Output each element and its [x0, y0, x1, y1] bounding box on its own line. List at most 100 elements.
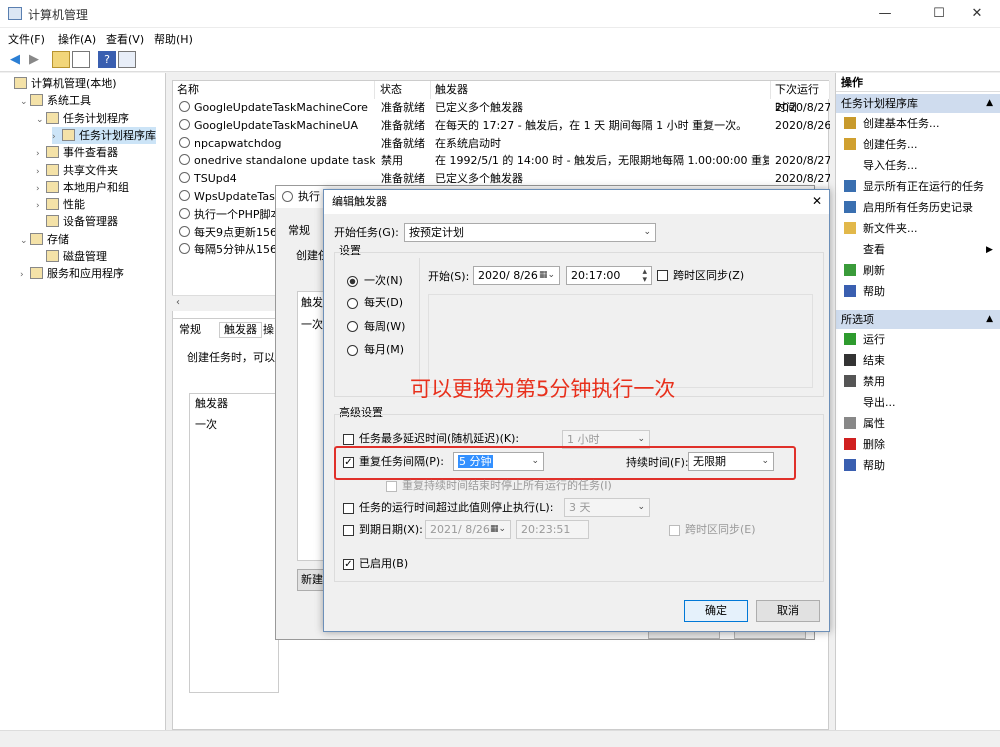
column-next-run[interactable]: 下次运行时间 [771, 81, 830, 114]
back-icon[interactable]: ◀ [6, 51, 24, 68]
tree-item[interactable]: 计算机管理(本地) [4, 75, 117, 92]
duration-select[interactable]: 无限期 ⌄ [688, 452, 774, 471]
spinner-icon[interactable]: ▴ ▾ [642, 268, 647, 285]
table-row[interactable]: GoogleUpdateTaskMachineCore 准备就绪 已定义多个触发器 2… [173, 99, 830, 117]
menu-view[interactable]: 查看(V) [106, 31, 144, 47]
sync-timezone-checkbox[interactable] [657, 270, 668, 281]
clock-icon [179, 243, 190, 255]
calendar-icon[interactable]: ▦⌄ [539, 267, 555, 284]
expire-checkbox[interactable] [343, 525, 354, 536]
cell-name: GoogleUpdateTaskMachineCore [179, 99, 375, 117]
radio-daily-label: 每天(D) [364, 296, 404, 309]
section-selected-item[interactable]: 所选项 ▲ [836, 310, 1000, 329]
properties-tab-general[interactable]: 常规 [288, 224, 310, 238]
help-icon[interactable]: ? [98, 51, 116, 68]
section-task-library[interactable]: 任务计划程序库 ▲ [836, 94, 1000, 113]
properties-trigger-row[interactable]: 一次 [301, 318, 323, 332]
begin-task-select[interactable]: 按预定计划 ⌄ [404, 223, 656, 242]
tree-item[interactable]: 设备管理器 [36, 213, 118, 230]
column-trigger[interactable]: 触发器 [431, 81, 771, 99]
properties-icon[interactable] [118, 51, 136, 68]
collapse-icon[interactable]: ▲ [986, 310, 993, 329]
action-item[interactable]: 创建基本任务... [844, 115, 940, 133]
tree-item[interactable]: › 服务和应用程序 [20, 265, 124, 282]
radio-monthly[interactable] [347, 345, 358, 356]
tree-item[interactable]: ⌄ 存储 [20, 231, 69, 248]
calendar-icon[interactable]: ▦⌄ [490, 521, 506, 538]
dialog-title-bar: 编辑触发器 ✕ [324, 190, 829, 214]
delay-checkbox[interactable] [343, 434, 354, 445]
tree-item[interactable]: › 本地用户和组 [36, 179, 129, 196]
table-row[interactable]: onedrive standalone update task-... 禁用 在 1… [173, 152, 830, 170]
cancel-button[interactable]: 取消 [756, 600, 820, 622]
radio-daily[interactable] [347, 298, 358, 309]
tree-item[interactable]: ⌄ 系统工具 [20, 92, 91, 109]
expire-date-picker[interactable]: 2021/ 8/26 ▦⌄ [425, 520, 511, 539]
action-item[interactable]: 创建任务... [844, 136, 918, 154]
action-item[interactable]: 启用所有任务历史记录 [844, 199, 973, 217]
close-button[interactable]: ✕ [954, 0, 1000, 28]
menu-help[interactable]: 帮助(H) [154, 31, 193, 47]
tree-item[interactable]: › 事件查看器 [36, 144, 118, 161]
tree-item[interactable]: › 任务计划程序库 [52, 126, 156, 144]
minimize-button[interactable]: — [862, 0, 908, 28]
action-item[interactable]: 帮助 [844, 457, 885, 475]
start-date-picker[interactable]: 2020/ 8/26 ▦⌄ [473, 266, 560, 285]
column-status[interactable]: 状态 [376, 81, 431, 99]
action-item[interactable]: 显示所有正在运行的任务 [844, 178, 984, 196]
action-label: 创建任务... [863, 138, 918, 151]
repeat-interval-select[interactable]: 5 分钟 ⌄ [453, 452, 544, 471]
dialog-close-icon[interactable]: ✕ [812, 194, 822, 208]
action-item[interactable]: 运行 [844, 331, 885, 349]
tab-triggers[interactable]: 触发器 [219, 322, 262, 338]
tree-item[interactable]: › 性能 [36, 196, 85, 213]
action-item[interactable]: 帮助 [844, 283, 885, 301]
action-item[interactable]: 导入任务... [844, 157, 918, 175]
repeat-checkbox[interactable]: ✓ [343, 457, 354, 468]
stop-if-select[interactable]: 3 天 ⌄ [564, 498, 650, 517]
action-item[interactable]: 禁用 [844, 373, 885, 391]
collapse-icon[interactable]: ▲ [986, 94, 993, 113]
table-row[interactable]: npcapwatchdog 准备就绪 在系统启动时 [173, 135, 830, 153]
expire-time-spinner[interactable]: 20:23:51 [516, 520, 589, 539]
view-icon[interactable] [72, 51, 90, 68]
action-item[interactable]: 删除 [844, 436, 885, 454]
action-item[interactable]: 新文件夹... [844, 220, 918, 238]
table-row[interactable]: GoogleUpdateTaskMachineUA 准备就绪 在每天的 17:27 … [173, 117, 830, 135]
action-item[interactable]: 刷新 [844, 262, 885, 280]
stop-all-checkbox[interactable] [386, 481, 397, 492]
tab-actions[interactable]: 操 [263, 323, 274, 337]
forward-icon[interactable]: ▶ [25, 51, 43, 68]
menu-action[interactable]: 操作(A) [58, 31, 96, 47]
radio-once[interactable] [347, 276, 358, 287]
expanded-chevron-icon[interactable]: ⌄ [20, 94, 30, 111]
ok-button[interactable]: 确定 [684, 600, 748, 622]
menu-file[interactable]: 文件(F) [8, 31, 45, 47]
radio-weekly[interactable] [347, 321, 358, 332]
expanded-chevron-icon[interactable]: ⌄ [36, 112, 46, 129]
trigger-row[interactable]: 一次 [195, 418, 217, 432]
column-name[interactable]: 名称 [173, 81, 375, 99]
tree-item[interactable]: › 共享文件夹 [36, 162, 118, 179]
collapsed-chevron-icon[interactable]: › [20, 267, 30, 284]
start-time-spinner[interactable]: 20:17:00 ▴ ▾ [566, 266, 652, 285]
action-item[interactable]: 导出... [844, 394, 896, 412]
action-item[interactable]: 属性 [844, 415, 885, 433]
expanded-chevron-icon[interactable]: ⌄ [20, 233, 30, 250]
up-folder-icon[interactable] [52, 51, 70, 68]
create-basic-task-icon [844, 117, 856, 129]
expire-sync-checkbox[interactable] [669, 525, 680, 536]
action-item[interactable]: 结束 [844, 352, 885, 370]
tree-node-icon [30, 232, 43, 245]
stop-if-checkbox[interactable] [343, 503, 354, 514]
cell-name: npcapwatchdog [179, 135, 375, 153]
cell-trigger: 在 1992/5/1 的 14:00 时 - 触发后，无限期地每隔 1.00:0… [435, 154, 769, 168]
tab-general[interactable]: 常规 [179, 323, 201, 337]
action-item[interactable]: 查看 ▶ [844, 241, 993, 259]
run-icon [844, 333, 856, 345]
enabled-checkbox[interactable]: ✓ [343, 559, 354, 570]
delay-value: 1 小时 [567, 433, 600, 446]
tree-item[interactable]: 磁盘管理 [36, 248, 107, 265]
tree-node-icon [46, 180, 59, 193]
tree-item[interactable]: ⌄ 任务计划程序 [36, 110, 129, 127]
